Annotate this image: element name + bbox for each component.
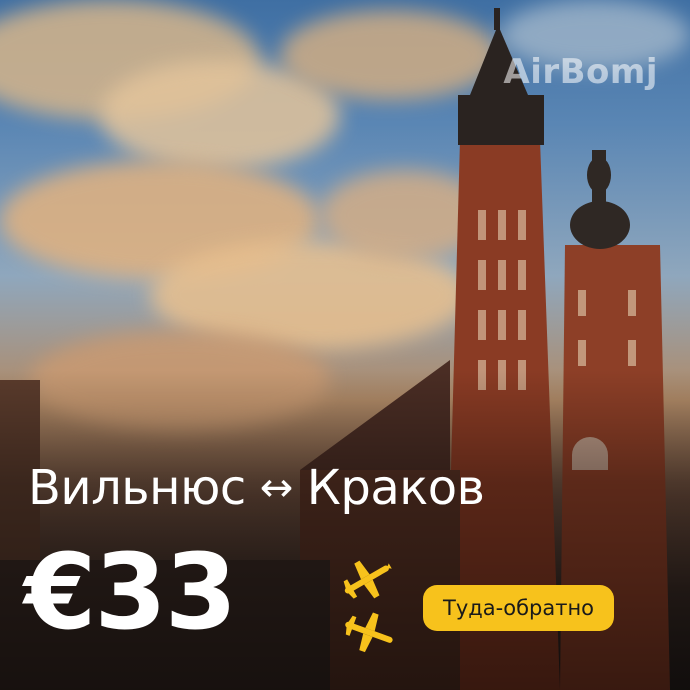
route-title: Вильнюс ↔ Краков [28, 460, 485, 516]
brand-logo: AirBomj [503, 52, 658, 92]
round-trip-arrow-icon: ↔ [259, 465, 294, 511]
origin-city: Вильнюс [28, 460, 246, 516]
destination-city: Краков [306, 460, 485, 516]
flight-deal-banner: AirBomj Вильнюс ↔ Краков €33 Туда-обратн… [0, 0, 690, 690]
airplane-icon [343, 560, 393, 653]
price-label: €33 [24, 531, 237, 653]
round-trip-badge: Туда-обратно [423, 585, 615, 631]
